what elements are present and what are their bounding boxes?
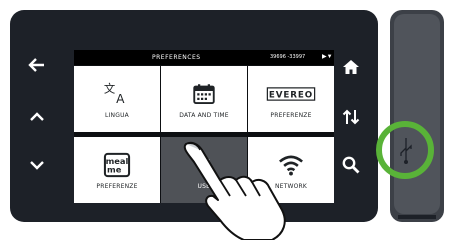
tile-lingua[interactable]: 文 A LINGUA <box>74 66 160 132</box>
chevron-down-icon <box>30 161 44 170</box>
svg-text:A: A <box>116 92 125 106</box>
tile-label: PREFERENZE <box>96 182 138 190</box>
swap-button[interactable] <box>336 102 366 132</box>
translate-icon: 文 A <box>101 80 133 108</box>
home-icon <box>343 60 359 74</box>
search-icon <box>342 156 360 174</box>
status-bar: PREFERENCES 39696 -33997 ▶▼ <box>74 50 334 65</box>
arrow-left-icon <box>28 58 44 72</box>
up-button[interactable] <box>22 102 52 132</box>
swap-arrows-icon <box>342 109 360 125</box>
evereo-logo-icon: EVEREO <box>263 80 319 108</box>
tile-date-and-time[interactable]: DATA AND TIME <box>161 66 247 132</box>
usb-stick-slot <box>398 215 436 219</box>
calendar-icon <box>188 80 220 108</box>
svg-text:文: 文 <box>104 82 115 96</box>
usb-port-icon[interactable] <box>397 136 415 166</box>
tile-label: DATA AND TIME <box>179 111 229 119</box>
tile-preferenze-evereo[interactable]: EVEREO PREFERENZE <box>248 66 334 132</box>
tile-preferenze-meal-me[interactable]: meal me PREFERENZE <box>74 137 160 203</box>
meal-me-icon: meal me <box>101 151 133 179</box>
status-dropdown-icon[interactable]: ▶▼ <box>322 53 333 60</box>
tile-label: PREFERENZE <box>270 111 312 119</box>
tile-label: LINGUA <box>105 111 129 119</box>
pointing-hand-icon <box>183 141 286 240</box>
screen-title: PREFERENCES <box>152 54 201 61</box>
usb-stick <box>390 10 444 222</box>
svg-text:me: me <box>107 164 122 174</box>
usb-stick-face <box>394 14 440 214</box>
chevron-up-icon <box>30 112 44 121</box>
home-button[interactable] <box>336 52 366 82</box>
svg-text:EVEREO: EVEREO <box>269 90 313 100</box>
down-button[interactable] <box>22 150 52 180</box>
status-info: 39696 -33997 <box>270 54 306 60</box>
search-button[interactable] <box>336 150 366 180</box>
back-button[interactable] <box>22 50 52 80</box>
